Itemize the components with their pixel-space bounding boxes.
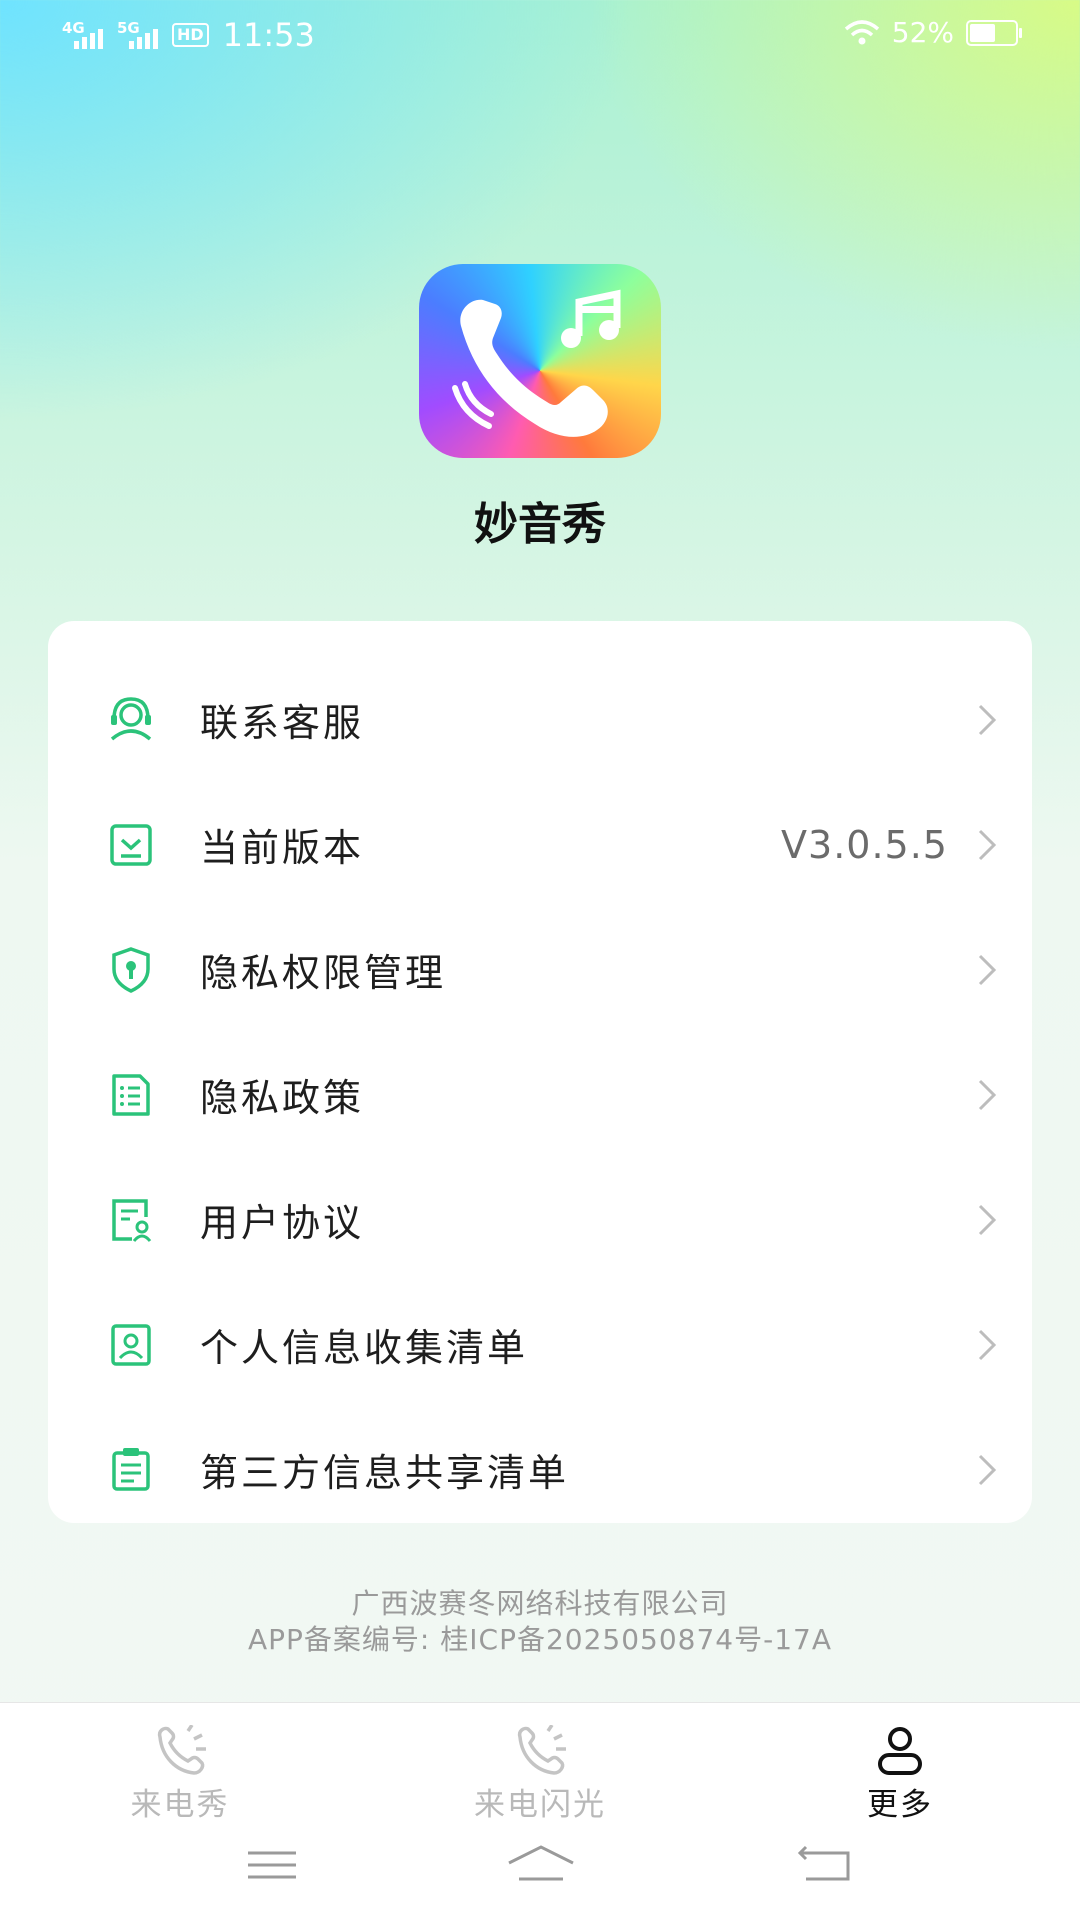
signal-4g-icon: 4G [62, 19, 103, 49]
chevron-right-icon [978, 704, 997, 735]
chevron-right-icon [978, 1329, 997, 1360]
headset-icon [110, 696, 152, 740]
tab-label: 来电秀 [130, 1787, 230, 1823]
wifi-icon [844, 19, 879, 44]
menu-icon[interactable] [242, 1841, 302, 1891]
company-name: 广西波赛冬网络科技有限公司 [351, 1587, 729, 1620]
menu-item-label: 第三方信息共享清单 [200, 1451, 570, 1495]
home-icon[interactable] [505, 1841, 577, 1891]
menu-item-label: 个人信息收集清单 [200, 1326, 529, 1370]
profile-card-icon [111, 1323, 151, 1366]
user-agreement-icon [112, 1198, 152, 1242]
tab-caller-show[interactable]: 来电秀 [70, 1725, 290, 1835]
chevron-right-icon [978, 1454, 997, 1485]
status-bar: 4G 5G HD 11:53 52% [0, 0, 1080, 70]
chevron-right-icon [978, 1204, 997, 1235]
tab-call-flash[interactable]: 来电闪光 [430, 1725, 650, 1835]
signal-5g-icon: 5G [117, 19, 158, 49]
tab-label: 来电闪光 [474, 1787, 606, 1823]
chevron-right-icon [978, 829, 997, 860]
menu-item-personal-info-list[interactable]: 个人信息收集清单 [48, 1282, 1032, 1407]
ringing-phone-icon [157, 1725, 206, 1775]
battery-icon [966, 19, 1022, 46]
flash-phone-icon [517, 1725, 566, 1775]
menu-item-label: 隐私权限管理 [200, 951, 447, 995]
tab-more[interactable]: 更多 [790, 1725, 1010, 1835]
menu-item-third-party-sharing[interactable]: 第三方信息共享清单 [48, 1407, 1032, 1532]
version-download-icon [110, 823, 152, 866]
clock: 11:53 [222, 16, 315, 54]
menu-item-privacy-policy[interactable]: 隐私政策 [48, 1032, 1032, 1157]
clipboard-list-icon [112, 1447, 150, 1491]
chevron-right-icon [978, 954, 997, 985]
menu-item-privacy-permissions[interactable]: 隐私权限管理 [48, 907, 1032, 1032]
menu-item-label: 联系客服 [200, 701, 365, 745]
shield-key-icon [112, 946, 150, 993]
chevron-right-icon [978, 1079, 997, 1110]
app-logo [419, 264, 661, 458]
hd-badge: HD [172, 23, 209, 47]
icp-record: APP备案编号: 桂ICP备2025050874号-17A [248, 1623, 832, 1656]
menu-item-label: 用户协议 [200, 1201, 365, 1245]
menu-item-current-version[interactable]: 当前版本 V3.0.5.5 [48, 782, 1032, 907]
tab-label: 更多 [867, 1787, 933, 1823]
version-value: V3.0.5.5 [781, 822, 948, 867]
person-icon [878, 1727, 922, 1775]
battery-percent: 52% [891, 16, 954, 49]
signal-4g-label: 4G [62, 19, 85, 37]
menu-item-label: 当前版本 [200, 826, 365, 870]
signal-5g-label: 5G [117, 19, 140, 37]
app-name: 妙音秀 [474, 499, 606, 550]
settings-card: 联系客服 当前版本 V3.0.5.5 隐私权限管理 隐私政策 用户协议 个人信息… [48, 621, 1032, 1523]
document-list-icon [112, 1073, 150, 1116]
menu-item-user-agreement[interactable]: 用户协议 [48, 1157, 1032, 1282]
menu-item-contact-support[interactable]: 联系客服 [48, 657, 1032, 782]
menu-item-label: 隐私政策 [200, 1076, 365, 1120]
bottom-nav: 来电秀 来电闪光 更多 [0, 1702, 1080, 1921]
back-icon[interactable] [796, 1841, 856, 1891]
phone-music-icon [452, 289, 621, 437]
